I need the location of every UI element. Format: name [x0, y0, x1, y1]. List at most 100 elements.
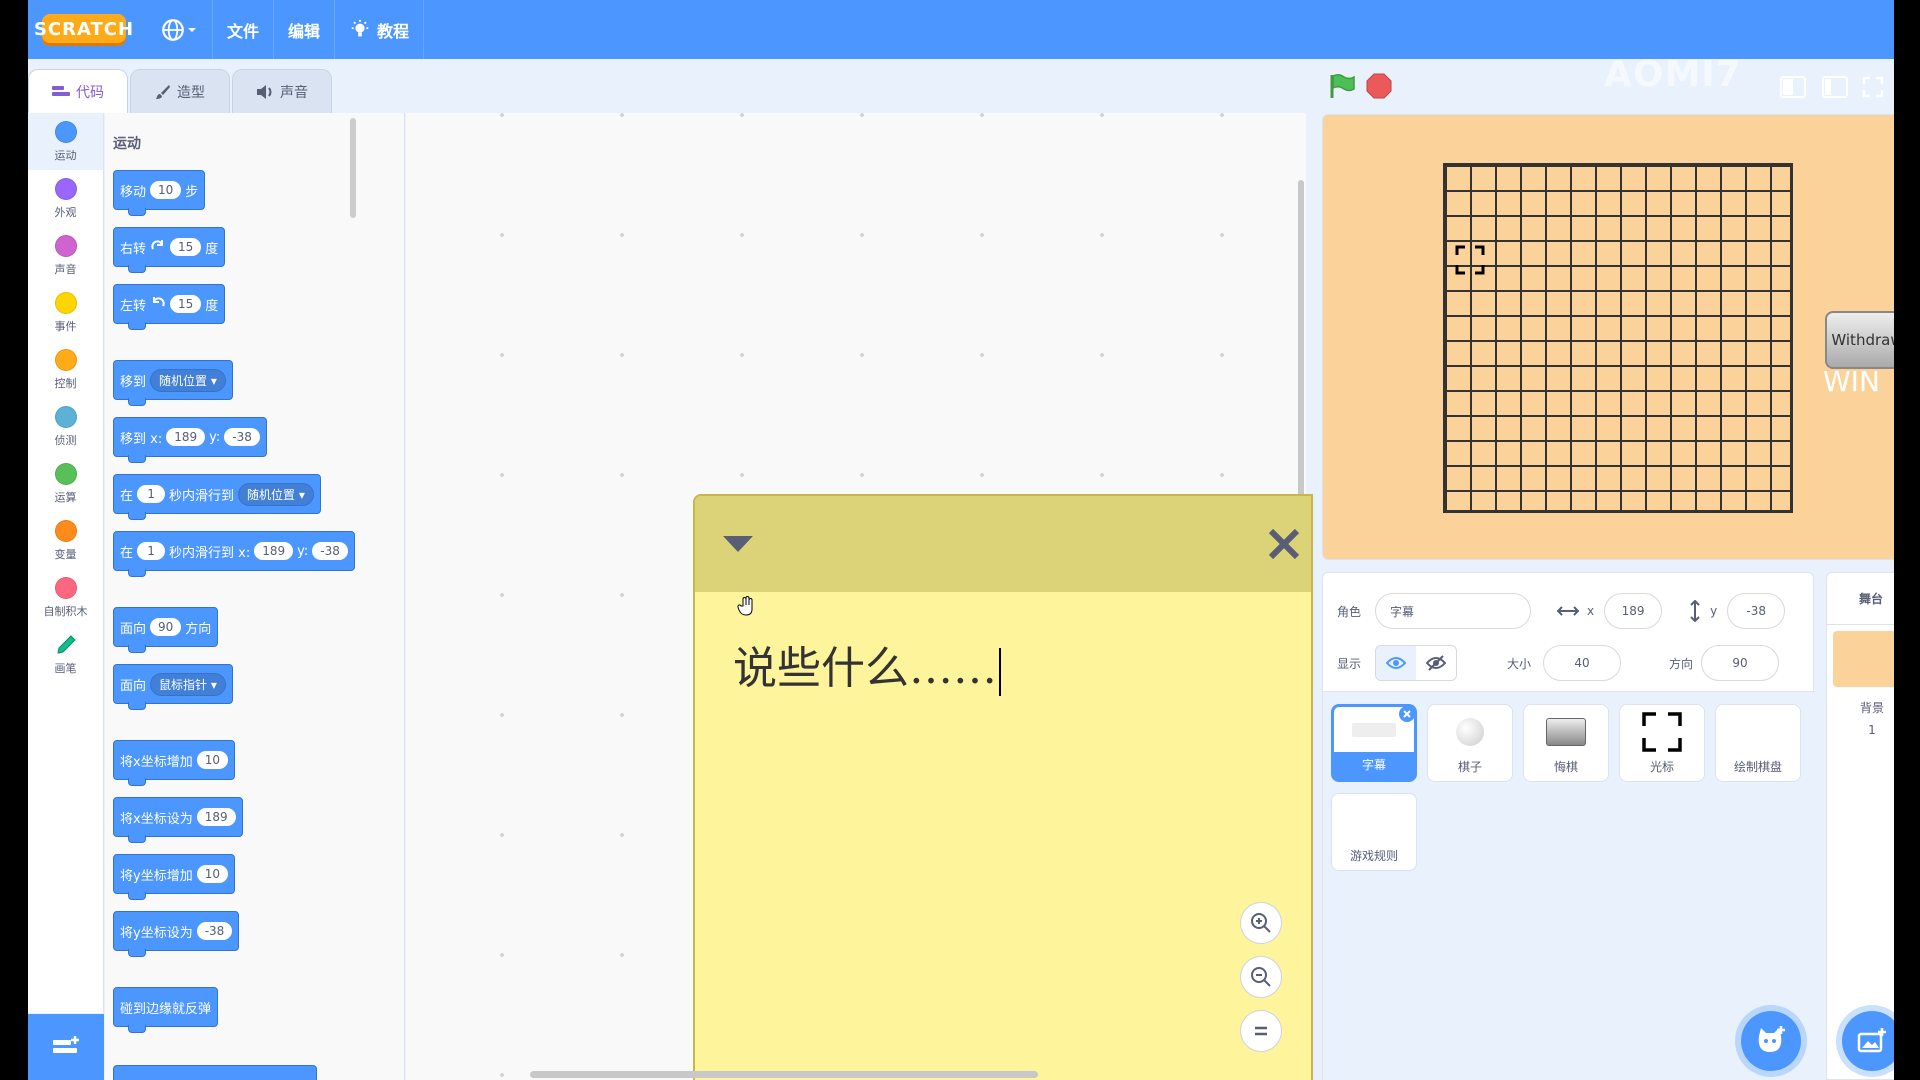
direction-input-field[interactable]: 90: [1701, 645, 1779, 681]
change-x-input[interactable]: 10: [196, 751, 228, 769]
zoom-reset-button[interactable]: [1240, 1010, 1282, 1052]
language-menu[interactable]: [146, 0, 213, 59]
glide-y-input[interactable]: -38: [312, 542, 348, 560]
sprite-tile-draw-board[interactable]: 绘制棋盘: [1715, 704, 1801, 782]
block-change-y[interactable]: 将y坐标增加 10: [113, 854, 235, 900]
category-sensing[interactable]: 侦测: [28, 398, 103, 455]
comment-header[interactable]: [695, 496, 1311, 592]
sprite-tile-cursor[interactable]: 光标: [1619, 704, 1705, 782]
small-stage-icon[interactable]: [1780, 76, 1806, 98]
category-my-blocks[interactable]: 自制积木: [28, 569, 103, 626]
steps-input[interactable]: 10: [150, 181, 182, 199]
category-motion[interactable]: 运动: [28, 113, 103, 170]
set-y-input[interactable]: -38: [196, 922, 233, 940]
block-goto[interactable]: 移到 随机位置 ▾: [113, 360, 233, 406]
category-variables[interactable]: 变量: [28, 512, 103, 569]
turn-right-degrees-input[interactable]: 15: [170, 238, 202, 256]
block-move-steps[interactable]: 移动 10 步: [113, 170, 206, 216]
brush-icon: [156, 84, 170, 99]
glide-seconds-input[interactable]: 1: [137, 485, 166, 503]
zoom-out-button[interactable]: [1240, 956, 1282, 998]
size-input[interactable]: 40: [1543, 645, 1621, 681]
scratch-logo[interactable]: SCRATCH: [34, 13, 133, 46]
category-pen[interactable]: 画笔: [28, 626, 103, 683]
scratch-editor: SCRATCH 文件 编辑 教程 代码 造型 声音 运动 外观 声音 事件 控制…: [28, 0, 1894, 1080]
tutorials-menu[interactable]: 教程: [335, 0, 425, 59]
large-stage-icon[interactable]: [1822, 76, 1848, 98]
stop-icon[interactable]: [1366, 73, 1392, 99]
category-looks[interactable]: 外观: [28, 170, 103, 227]
delete-sprite-icon[interactable]: [1398, 705, 1416, 723]
goto-x-input[interactable]: 189: [166, 428, 206, 446]
image-plus-icon: [1857, 1028, 1886, 1053]
show-button[interactable]: [1376, 646, 1416, 680]
rotate-right-icon: [151, 240, 164, 250]
glide-target-dropdown[interactable]: 随机位置 ▾: [238, 482, 314, 506]
comment-text[interactable]: 说些什么……: [733, 632, 1001, 696]
editor-tabs: 代码 造型 声音: [28, 69, 334, 113]
sprite-thumb: [1428, 705, 1512, 758]
tab-code[interactable]: 代码: [28, 69, 128, 113]
withdraw-button[interactable]: Withdraw: [1825, 311, 1894, 369]
goto-y-input[interactable]: -38: [224, 428, 260, 446]
speaker-icon: [257, 84, 272, 99]
block-point-direction[interactable]: 面向 90 方向: [113, 607, 219, 653]
block-goto-xy[interactable]: 移到 x: 189 y: -38: [113, 417, 267, 463]
tab-costumes[interactable]: 造型: [130, 69, 230, 113]
category-operators[interactable]: 运算: [28, 455, 103, 512]
tab-sounds-label: 声音: [280, 84, 308, 101]
green-flag-icon[interactable]: [1328, 72, 1356, 100]
fullscreen-icon[interactable]: [1862, 76, 1884, 98]
sprite-tile-subtitle[interactable]: 字幕: [1331, 704, 1417, 782]
control-dot: [54, 348, 77, 371]
edit-menu[interactable]: 编辑: [274, 0, 336, 59]
block-bounce[interactable]: 碰到边缘就反弹: [113, 987, 219, 1033]
turn-left-degrees-input[interactable]: 15: [170, 295, 202, 313]
add-extension-button[interactable]: [28, 1014, 104, 1080]
visibility-toggle: [1375, 645, 1457, 681]
sprite-tile-undo[interactable]: 悔棋: [1523, 704, 1609, 782]
hide-button[interactable]: [1416, 646, 1456, 680]
cursor-selection-icon: [1455, 245, 1485, 275]
palette-scrollbar[interactable]: [350, 118, 356, 218]
block-partial[interactable]: [113, 1065, 317, 1080]
stage-thumbnail[interactable]: [1833, 631, 1894, 687]
point-towards-dropdown[interactable]: 鼠标指针 ▾: [150, 672, 226, 696]
add-backdrop-button[interactable]: [1842, 1011, 1894, 1071]
block-set-y[interactable]: 将y坐标设为 -38: [113, 911, 240, 957]
sprite-tile-piece[interactable]: 棋子: [1427, 704, 1513, 782]
close-icon[interactable]: [1267, 527, 1301, 561]
zoom-in-button[interactable]: [1240, 902, 1282, 944]
game-board-grid[interactable]: [1443, 163, 1793, 513]
file-menu[interactable]: 文件: [213, 0, 275, 59]
change-y-input[interactable]: 10: [196, 865, 228, 883]
category-control[interactable]: 控制: [28, 341, 103, 398]
y-position-input[interactable]: -38: [1727, 593, 1786, 629]
block-turn-left[interactable]: 左转 15 度: [113, 284, 226, 330]
variables-dot: [54, 519, 77, 542]
block-turn-right[interactable]: 右转 15 度: [113, 227, 226, 273]
sprite-tile-rules[interactable]: 游戏规则: [1331, 793, 1417, 871]
block-point-towards[interactable]: 面向 鼠标指针 ▾: [113, 664, 233, 710]
tab-sounds[interactable]: 声音: [232, 69, 332, 113]
workspace-horizontal-scrollbar[interactable]: [530, 1071, 1038, 1078]
category-sound[interactable]: 声音: [28, 227, 103, 284]
comment-note[interactable]: 说些什么……: [693, 494, 1313, 1080]
stage-canvas[interactable]: Withdraw WIN: [1322, 114, 1894, 560]
collapse-triangle-icon[interactable]: [721, 533, 755, 555]
sprite-name-input[interactable]: 字幕: [1375, 593, 1531, 629]
block-glide-xy[interactable]: 在 1 秒内滑行到 x: 189 y: -38: [113, 531, 355, 577]
glide-xy-seconds-input[interactable]: 1: [137, 542, 166, 560]
direction-input[interactable]: 90: [150, 618, 182, 636]
block-set-x[interactable]: 将x坐标设为 189: [113, 797, 243, 843]
rotate-left-icon: [153, 297, 165, 307]
set-x-input[interactable]: 189: [196, 808, 236, 826]
add-sprite-button[interactable]: [1741, 1011, 1801, 1071]
glide-x-input[interactable]: 189: [254, 542, 294, 560]
category-events[interactable]: 事件: [28, 284, 103, 341]
block-change-x[interactable]: 将x坐标增加 10: [113, 740, 235, 786]
show-label: 显示: [1337, 656, 1362, 671]
goto-target-dropdown[interactable]: 随机位置 ▾: [150, 368, 226, 392]
block-glide-to[interactable]: 在 1 秒内滑行到 随机位置 ▾: [113, 474, 321, 520]
x-position-input[interactable]: 189: [1604, 593, 1663, 629]
